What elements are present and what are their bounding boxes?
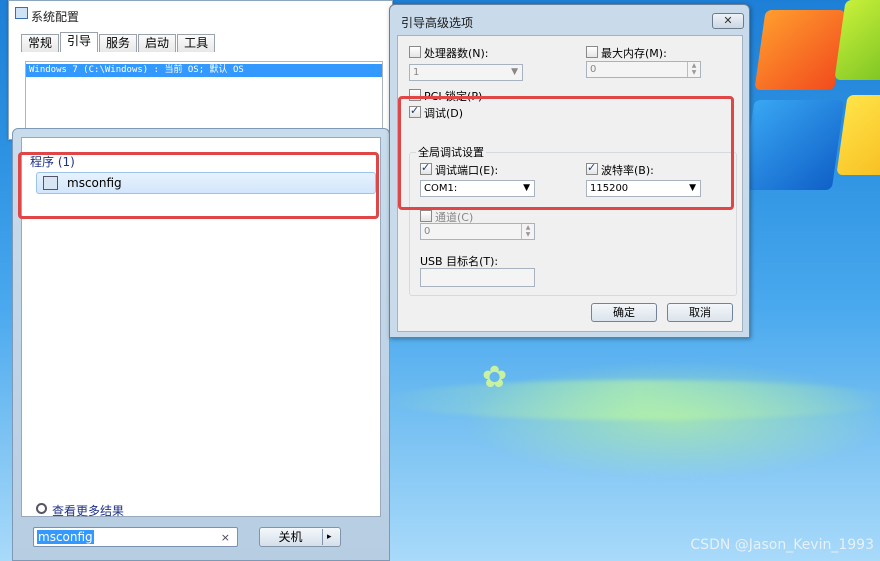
- watermark: CSDN @Jason_Kevin_1993: [690, 537, 874, 553]
- start-search-input[interactable]: msconfig ×: [33, 527, 238, 547]
- num-processors-checkbox[interactable]: [409, 46, 421, 58]
- shutdown-button[interactable]: 关机 ▸: [259, 527, 341, 547]
- usb-target-input[interactable]: [420, 268, 535, 287]
- channel-input[interactable]: 0 ▲ ▼: [420, 223, 535, 240]
- channel-value: 0: [424, 226, 431, 237]
- usb-target-label: USB 目标名(T):: [420, 255, 499, 268]
- msconfig-icon: [15, 7, 28, 19]
- clear-search-icon[interactable]: ×: [221, 531, 230, 544]
- dialog-title: 引导高级选项: [401, 16, 474, 30]
- boot-entry[interactable]: Windows 7 (C:\Windows) : 当前 OS; 默认 OS: [26, 64, 382, 77]
- num-processors-label: 处理器数(N):: [424, 47, 489, 60]
- boot-entry-list[interactable]: Windows 7 (C:\Windows) : 当前 OS; 默认 OS: [25, 61, 383, 131]
- search-input-value: msconfig: [37, 530, 94, 544]
- msconfig-tabs: 常规 引导 服务 启动 工具: [21, 32, 216, 52]
- msconfig-title: 系统配置: [31, 10, 80, 24]
- see-more-results-link[interactable]: 查看更多结果: [36, 502, 125, 519]
- search-icon: [36, 503, 47, 514]
- shutdown-separator: [322, 529, 323, 545]
- highlight-box-debug-settings: [398, 96, 734, 210]
- num-processors-select[interactable]: 1 ▼: [409, 64, 523, 81]
- windows-logo-red: [754, 10, 846, 90]
- max-memory-input[interactable]: 0 ▲ ▼: [586, 61, 701, 78]
- shutdown-options-arrow[interactable]: ▸: [327, 528, 332, 546]
- close-button[interactable]: ✕: [712, 13, 744, 29]
- tab-general[interactable]: 常规: [21, 34, 60, 52]
- tab-startup[interactable]: 启动: [138, 34, 177, 52]
- tab-services[interactable]: 服务: [99, 34, 138, 52]
- num-processors-value: 1: [413, 67, 420, 78]
- spinner-arrows-icon[interactable]: ▲ ▼: [687, 62, 700, 77]
- fish-icon: ✿: [482, 360, 508, 395]
- max-memory-checkbox[interactable]: [586, 46, 598, 58]
- tab-tools[interactable]: 工具: [177, 34, 216, 52]
- chevron-down-icon: ▼: [511, 67, 518, 77]
- spinner-arrows-icon[interactable]: ▲ ▼: [521, 224, 534, 239]
- msconfig-window: 系统配置 常规 引导 服务 启动 工具 Windows 7 (C:\Window…: [8, 0, 393, 140]
- desktop-glow-band: [380, 380, 880, 420]
- channel-checkbox[interactable]: [420, 210, 432, 222]
- max-memory-value: 0: [590, 64, 597, 75]
- windows-logo-blue: [741, 100, 845, 190]
- cancel-button[interactable]: 取消: [667, 303, 733, 322]
- see-more-results-label: 查看更多结果: [52, 504, 125, 518]
- ok-button[interactable]: 确定: [591, 303, 657, 322]
- desktop-glow: [460, 360, 880, 480]
- tab-boot[interactable]: 引导: [60, 32, 99, 52]
- highlight-box-programs: [18, 152, 379, 219]
- max-memory-label: 最大内存(M):: [601, 47, 667, 60]
- shutdown-label: 关机: [278, 530, 303, 544]
